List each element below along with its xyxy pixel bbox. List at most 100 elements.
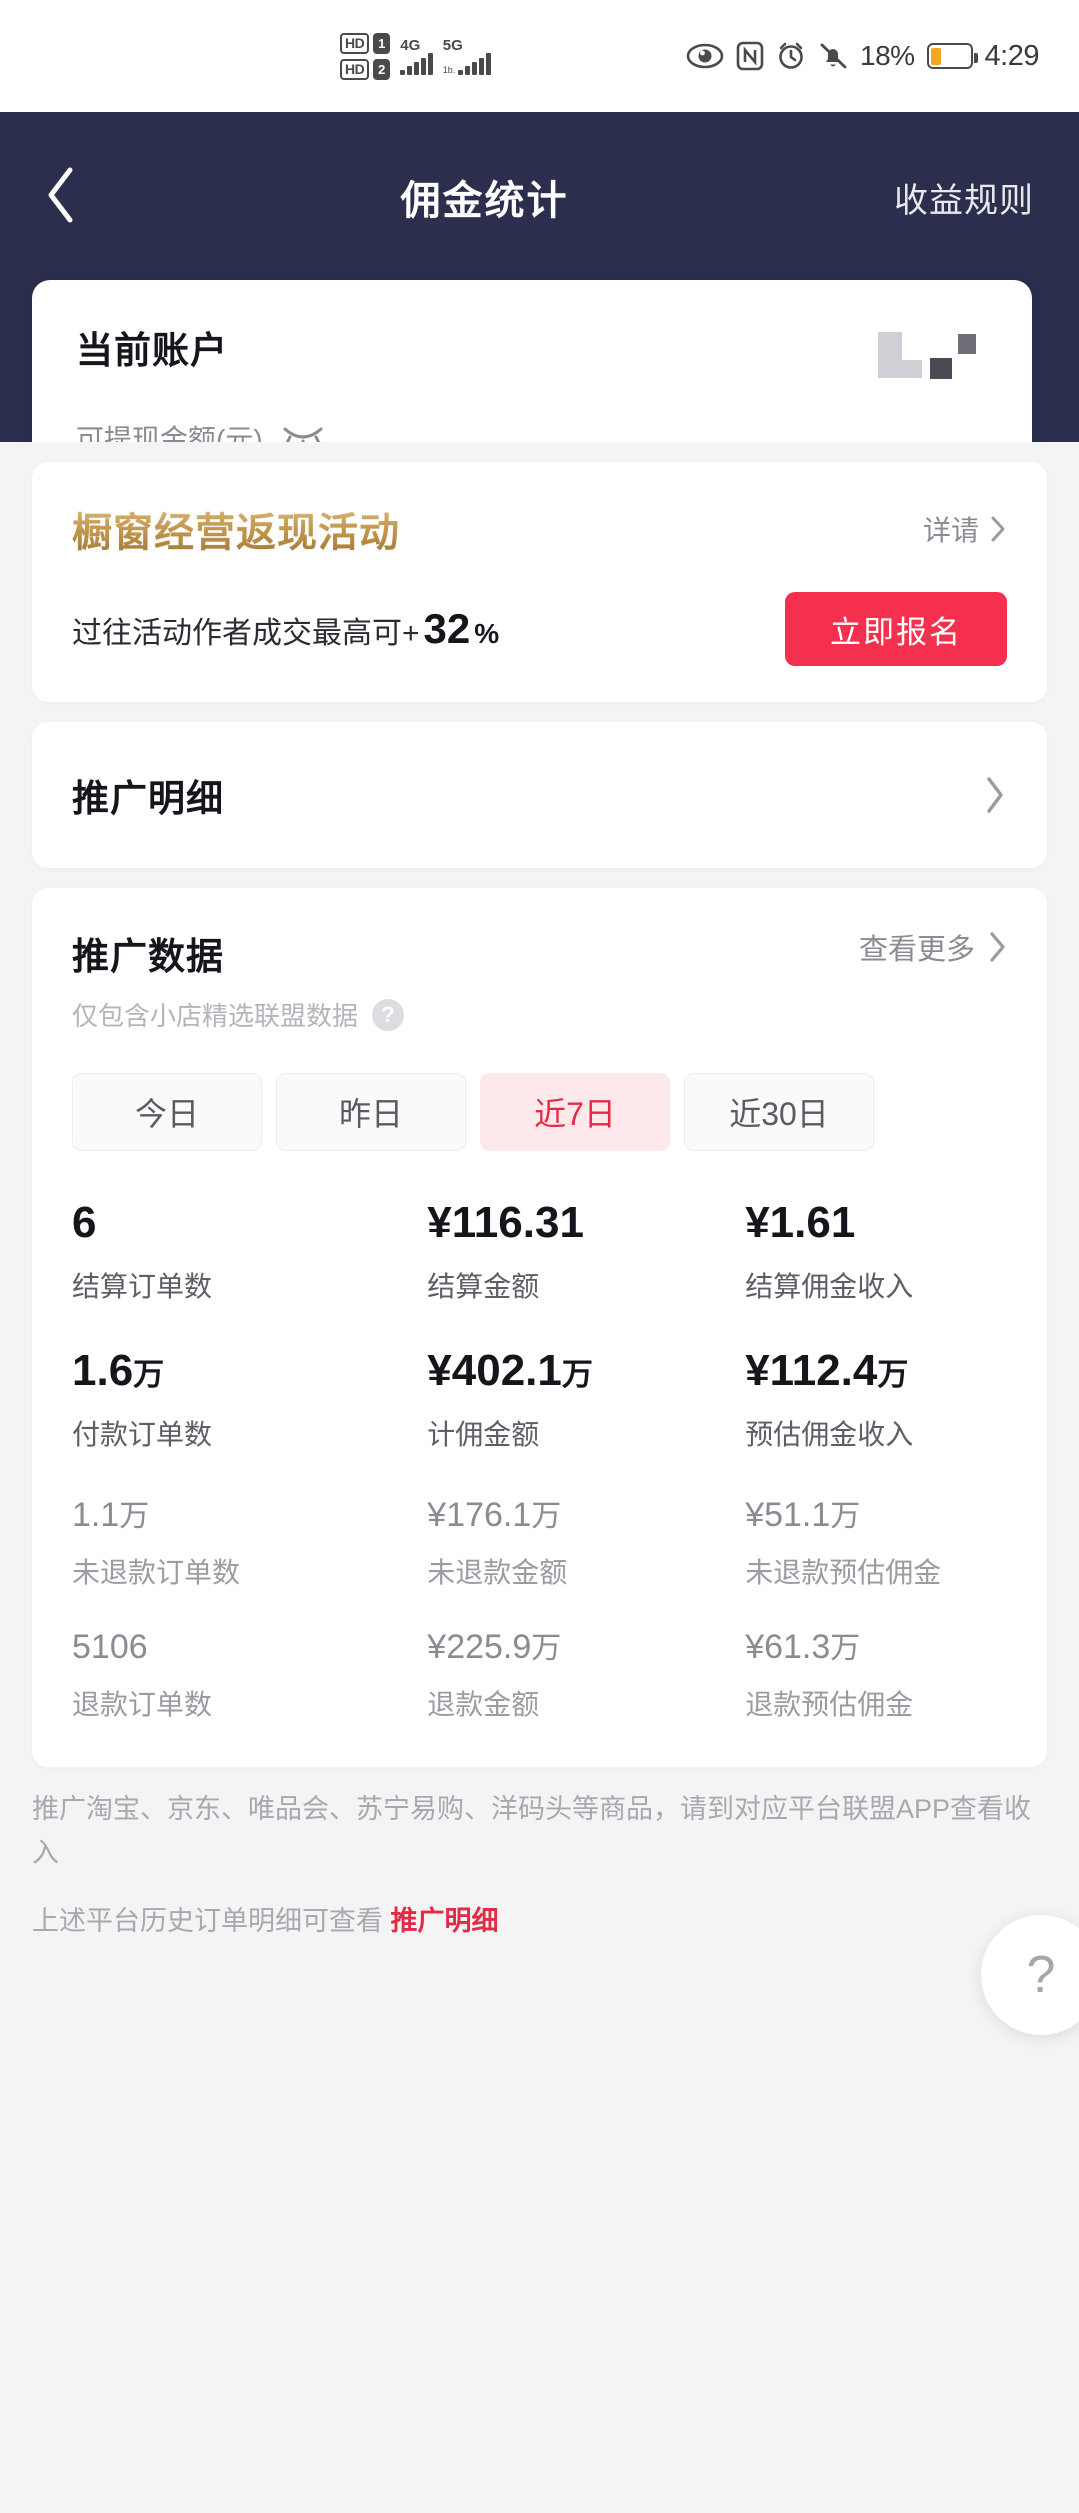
- stat-non-refunded-orders: 1.1万 未退款订单数: [72, 1493, 427, 1591]
- chevron-left-icon: [43, 165, 77, 230]
- stat-unit: 万: [562, 1357, 593, 1392]
- sim2-icon: 2: [373, 59, 390, 80]
- stat-settled-commission: ¥1.61 结算佣金收入: [745, 1197, 1007, 1305]
- view-more-button[interactable]: 查看更多: [859, 926, 1007, 968]
- page-title: 佣金统计: [120, 168, 849, 226]
- stat-label: 预估佣金收入: [745, 1413, 1007, 1453]
- campaign-title: 橱窗经营返现活动: [72, 500, 400, 558]
- stat-value: ¥51.1: [745, 1496, 830, 1534]
- stat-label: 结算佣金收入: [745, 1265, 1007, 1305]
- signal-5g-group: 5G 1b.: [443, 38, 491, 75]
- stat-value: ¥61.3: [745, 1628, 830, 1666]
- question-mark-icon[interactable]: ?: [372, 999, 404, 1031]
- promotion-detail-row[interactable]: 推广明细: [32, 722, 1047, 868]
- stat-value: ¥116.31: [427, 1198, 584, 1247]
- campaign-percent-value: 32: [424, 605, 471, 653]
- stat-unit: 万: [830, 1632, 860, 1665]
- tab-yesterday[interactable]: 昨日: [276, 1073, 466, 1151]
- tab-today[interactable]: 今日: [72, 1073, 262, 1151]
- page-body: 橱窗经营返现活动 详请 过往活动作者成交最高可+ 32 % 立即报名: [0, 442, 1079, 2513]
- stat-value: ¥176.1: [427, 1496, 531, 1534]
- chevron-right-icon: [983, 774, 1007, 816]
- network-sub-label: 1b.: [443, 66, 456, 75]
- stat-label: 退款预估佣金: [745, 1683, 1007, 1723]
- stat-refunded-commission: ¥61.3万 退款预估佣金: [745, 1625, 1007, 1723]
- battery-percent-label: 18%: [860, 40, 915, 72]
- network-type-5g-label: 5G: [443, 38, 463, 53]
- stat-unit: 万: [531, 1632, 561, 1665]
- nfc-icon: [736, 41, 764, 71]
- stat-value: 6: [72, 1198, 96, 1247]
- promotion-detail-label: 推广明细: [72, 768, 224, 822]
- stat-label: 付款订单数: [72, 1413, 427, 1453]
- stat-label: 计佣金额: [427, 1413, 745, 1453]
- alarm-icon: [776, 41, 806, 71]
- stat-unit: 万: [531, 1500, 561, 1533]
- campaign-description: 过往活动作者成交最高可+ 32 %: [72, 605, 499, 653]
- network-type-4g-label: 4G: [400, 38, 420, 53]
- stat-settled-amount: ¥116.31 结算金额: [427, 1197, 745, 1305]
- stat-refunded-amount: ¥225.9万 退款金额: [427, 1625, 745, 1723]
- stat-value: ¥402.1: [427, 1346, 562, 1395]
- stat-non-refunded-amount: ¥176.1万 未退款金额: [427, 1493, 745, 1591]
- back-button[interactable]: [0, 165, 120, 230]
- footnote-history-prefix: 上述平台历史订单明细可查看: [32, 1906, 391, 1936]
- stat-estimated-commission: ¥112.4万 预估佣金收入: [745, 1345, 1007, 1453]
- signup-button[interactable]: 立即报名: [785, 592, 1007, 666]
- stat-settled-orders: 6 结算订单数: [72, 1197, 427, 1305]
- stat-value: 1.6: [72, 1346, 133, 1395]
- stat-value: ¥225.9: [427, 1628, 531, 1666]
- campaign-desc-prefix: 过往活动作者成交最高可+: [72, 608, 420, 652]
- promotion-data-subtitle-row: 仅包含小店精选联盟数据 ?: [72, 996, 1007, 1033]
- view-more-label: 查看更多: [859, 926, 975, 968]
- period-tabs: 今日 昨日 近7日 近30日: [72, 1073, 1007, 1151]
- earnings-rules-button[interactable]: 收益规则: [849, 173, 1079, 222]
- promotion-data-subtitle: 仅包含小店精选联盟数据: [72, 996, 358, 1033]
- stat-commissionable-amount: ¥402.1万 计佣金额: [427, 1345, 745, 1453]
- stat-refunded-orders: 5106 退款订单数: [72, 1625, 427, 1723]
- bell-muted-icon: [818, 41, 848, 71]
- cashback-campaign-card[interactable]: 橱窗经营返现活动 详请 过往活动作者成交最高可+ 32 % 立即报名: [32, 462, 1047, 702]
- stat-value: ¥1.61: [745, 1198, 855, 1247]
- clock-label: 4:29: [985, 40, 1039, 73]
- stat-value: 5106: [72, 1628, 148, 1666]
- signal-bars-5g-icon: [458, 53, 491, 75]
- footnote-promotion-detail-link[interactable]: 推广明细: [391, 1906, 499, 1936]
- stat-non-refunded-commission: ¥51.1万 未退款预估佣金: [745, 1493, 1007, 1591]
- stat-unit: 万: [877, 1357, 908, 1392]
- stats-row: 1.1万 未退款订单数 ¥176.1万 未退款金额 ¥51.1万 未退款预估佣金: [72, 1493, 1007, 1591]
- chevron-right-icon: [989, 514, 1007, 544]
- hd-icon-sim2: HD: [340, 59, 369, 80]
- sim1-icon: 1: [373, 33, 390, 54]
- dual-sim-indicator: HD 1 HD 2: [340, 33, 390, 80]
- stats-row: 6 结算订单数 ¥116.31 结算金额 ¥1.61 结算佣金收入: [72, 1197, 1007, 1305]
- battery-icon: [927, 43, 973, 69]
- stats-grid: 6 结算订单数 ¥116.31 结算金额 ¥1.61 结算佣金收入 1.6万: [72, 1197, 1007, 1723]
- tab-last-7-days[interactable]: 近7日: [480, 1073, 670, 1151]
- stat-unit: 万: [133, 1357, 164, 1392]
- promotion-data-title: 推广数据: [72, 926, 224, 980]
- eye-care-icon: [686, 42, 724, 70]
- stat-value: 1.1: [72, 1496, 119, 1534]
- stat-label: 未退款金额: [427, 1551, 745, 1591]
- stat-unit: 万: [830, 1500, 860, 1533]
- stats-row: 1.6万 付款订单数 ¥402.1万 计佣金额 ¥112.4万 预估佣金收入: [72, 1345, 1007, 1453]
- status-bar-left: HD 1 HD 2 4G 5G: [340, 33, 491, 80]
- status-bar-right: 18% 4:29: [686, 40, 1039, 73]
- stat-label: 未退款订单数: [72, 1551, 427, 1591]
- stat-label: 退款订单数: [72, 1683, 427, 1723]
- stat-label: 结算订单数: [72, 1265, 427, 1305]
- campaign-detail-link[interactable]: 详请: [923, 509, 1007, 549]
- promotion-data-card: 推广数据 查看更多 仅包含小店精选联盟数据 ? 今日 昨日: [32, 888, 1047, 1767]
- stat-unit: 万: [119, 1500, 149, 1533]
- hd-icon-sim1: HD: [340, 33, 369, 54]
- status-bar: HD 1 HD 2 4G 5G: [0, 0, 1079, 112]
- chevron-right-icon: [987, 930, 1007, 964]
- signal-bars-4g-icon: [400, 53, 433, 75]
- brand-blocks-logo: [876, 328, 976, 386]
- stat-value: ¥112.4: [745, 1346, 877, 1395]
- stat-label: 退款金额: [427, 1683, 745, 1723]
- stat-label: 未退款预估佣金: [745, 1551, 1007, 1591]
- tab-last-30-days[interactable]: 近30日: [684, 1073, 874, 1151]
- app-screen: HD 1 HD 2 4G 5G: [0, 0, 1079, 2513]
